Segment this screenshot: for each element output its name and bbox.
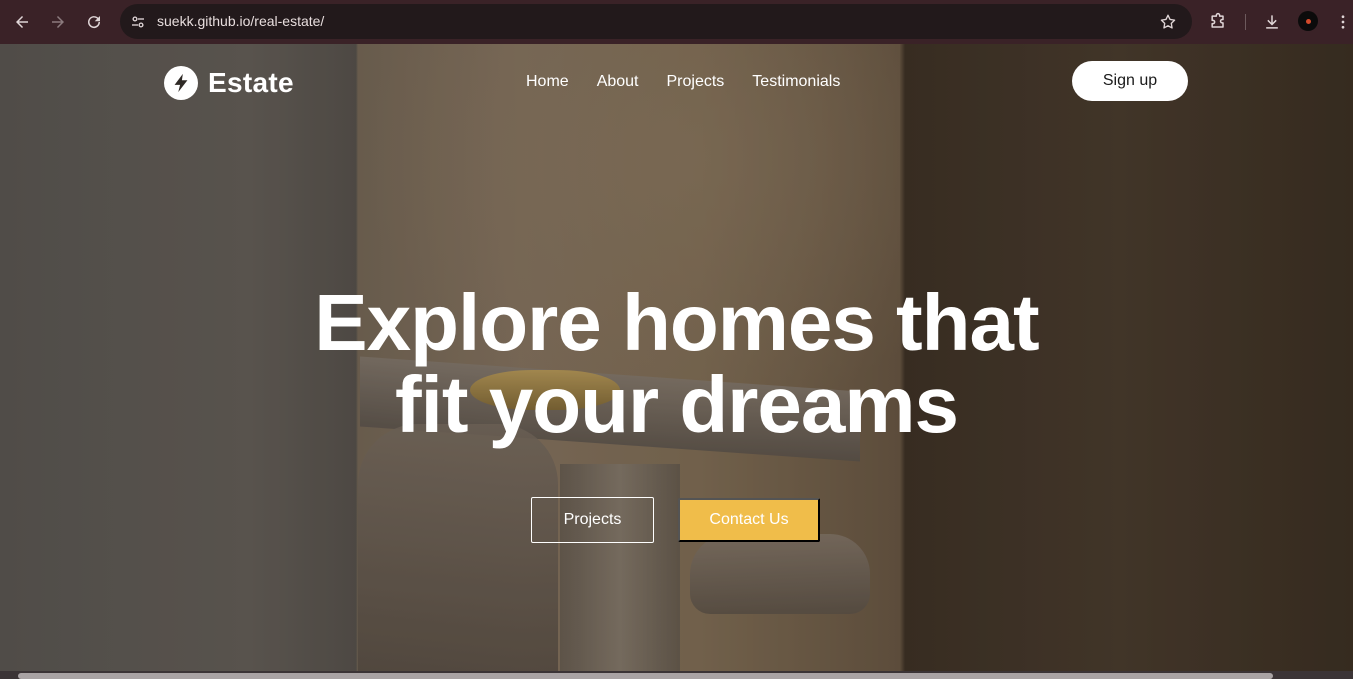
forward-button[interactable]	[46, 10, 70, 34]
main-nav: Home About Projects Testimonials	[526, 72, 840, 92]
page-viewport: Estate Home About Projects Testimonials …	[0, 44, 1353, 671]
nav-link-testimonials[interactable]: Testimonials	[752, 72, 840, 92]
signup-button[interactable]: Sign up	[1072, 61, 1188, 101]
extensions-button[interactable]	[1206, 10, 1230, 34]
bookmark-button[interactable]	[1158, 12, 1178, 32]
site-logo[interactable]: Estate	[164, 66, 294, 100]
arrow-left-icon	[16, 16, 28, 28]
nav-link-home[interactable]: Home	[526, 72, 569, 92]
site-info-button[interactable]	[128, 12, 148, 32]
projects-button[interactable]: Projects	[531, 497, 654, 543]
download-icon	[1266, 15, 1278, 29]
toolbar-divider	[1245, 14, 1246, 30]
tune-icon	[132, 16, 144, 28]
horizontal-scrollbar[interactable]	[0, 671, 1353, 679]
hero-title-line: Explore homes that	[314, 278, 1039, 367]
back-button[interactable]	[10, 10, 34, 34]
bolt-icon	[164, 66, 198, 100]
downloads-button[interactable]	[1260, 10, 1284, 34]
puzzle-icon	[1211, 12, 1224, 28]
address-bar[interactable]: suekk.github.io/real-estate/	[120, 4, 1192, 39]
contact-us-button[interactable]: Contact Us	[678, 498, 820, 542]
browser-toolbar: suekk.github.io/real-estate/	[0, 0, 1353, 44]
kebab-menu-icon	[1341, 15, 1345, 29]
hero-title: Explore homes that fit your dreams	[250, 282, 1103, 446]
profile-avatar[interactable]	[1298, 11, 1318, 31]
arrow-right-icon	[52, 16, 64, 28]
nav-link-about[interactable]: About	[597, 72, 639, 92]
browser-menu-button[interactable]	[1331, 10, 1353, 34]
reload-icon	[88, 16, 101, 29]
avatar-dot	[1305, 18, 1311, 24]
url-text[interactable]: suekk.github.io/real-estate/	[157, 4, 324, 39]
hero-title-line: fit your dreams	[395, 360, 959, 449]
scrollbar-thumb[interactable]	[18, 673, 1273, 679]
nav-link-projects[interactable]: Projects	[667, 72, 725, 92]
star-icon	[1160, 14, 1176, 29]
logo-text: Estate	[208, 67, 294, 98]
reload-button[interactable]	[82, 10, 106, 34]
